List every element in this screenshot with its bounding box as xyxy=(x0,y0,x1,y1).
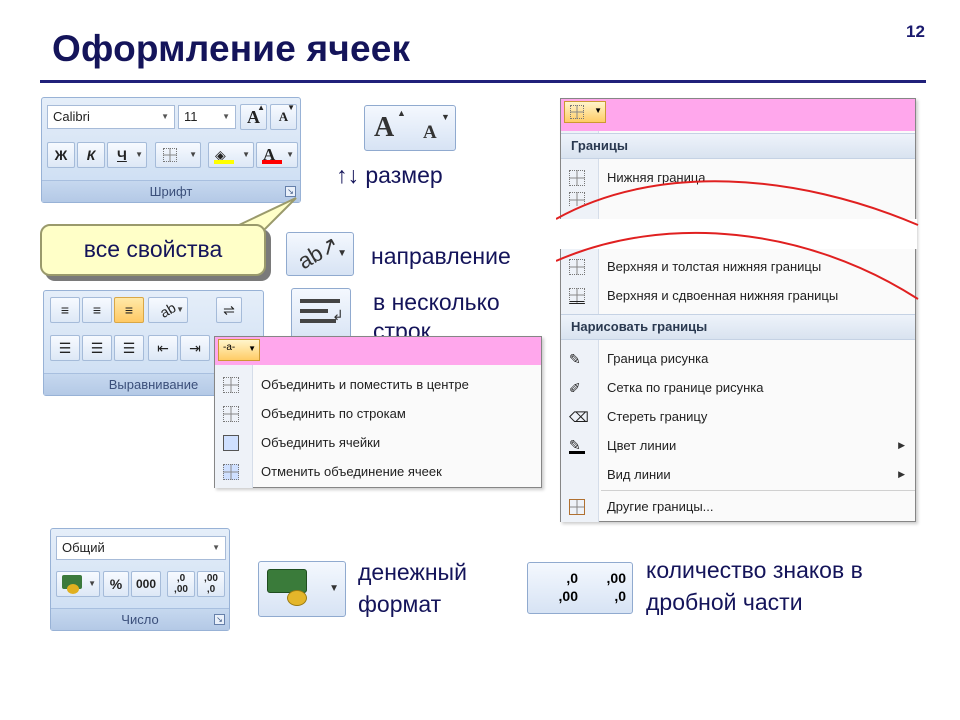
align-right-button[interactable]: ☰ xyxy=(114,335,144,361)
line-color-item[interactable]: ✎ Цвет линии ▶ xyxy=(561,431,915,460)
align-center-button[interactable]: ☰ xyxy=(82,335,112,361)
percent-button[interactable]: % xyxy=(103,571,129,597)
align-bottom-button[interactable]: ≡ xyxy=(114,297,144,323)
align-middle-button[interactable]: ≡ xyxy=(82,297,112,323)
number-group-caption: Число xyxy=(51,608,229,630)
borders-button[interactable]: ▼ xyxy=(155,142,201,168)
callout-text: все свойства xyxy=(83,236,223,262)
merge-across-icon xyxy=(223,406,239,422)
submenu-arrow-icon: ▶ xyxy=(898,440,905,450)
pencil-icon: ✎ xyxy=(569,351,581,367)
unmerge-cells-icon xyxy=(223,464,239,480)
borders-dropdown-button[interactable]: ▼ xyxy=(564,101,606,123)
currency-button[interactable]: ▼ xyxy=(56,571,100,597)
increase-decimal-button[interactable]: ,0,00 xyxy=(167,571,195,597)
border-grid-icon xyxy=(163,148,177,162)
merge-menu-bar: -a- ▼ xyxy=(215,337,541,365)
number-group: Общий ▼ ▼ % 000 ,0,00 ,00,0 Число ↘ xyxy=(50,528,230,631)
more-borders-icon xyxy=(569,499,585,515)
merge-cells-icon xyxy=(223,435,239,451)
draw-border-grid-item[interactable]: ✐ Сетка по границе рисунка xyxy=(561,373,915,402)
submenu-arrow-icon: ▶ xyxy=(898,469,905,479)
align-left-button[interactable]: ☰ xyxy=(50,335,80,361)
font-name-combo[interactable]: Calibri ▼ xyxy=(47,105,175,129)
fill-color-button[interactable]: ◈ ▼ xyxy=(208,142,254,168)
font-size-buttons-icon[interactable]: A ▲ A ▼ xyxy=(364,105,456,151)
title-rule xyxy=(40,80,926,83)
draw-border-item[interactable]: ✎ Граница рисунка xyxy=(561,344,915,373)
menu-divider xyxy=(601,490,915,491)
currency-label: денежный формат xyxy=(358,559,467,617)
merge-cells-item[interactable]: Объединить ячейки xyxy=(215,428,541,457)
decimal-places-label: количество знаков в дробной части xyxy=(646,557,863,615)
page-title: Оформление ячеек xyxy=(52,28,411,69)
pencil-grid-icon: ✐ xyxy=(569,380,581,396)
draw-borders-section-header: Нарисовать границы xyxy=(561,314,915,340)
orientation-button[interactable]: ab ▼ xyxy=(148,297,188,323)
erase-border-item[interactable]: ⌫ Стереть границу xyxy=(561,402,915,431)
increase-indent-button[interactable]: ⇥ xyxy=(180,335,210,361)
number-format-combo[interactable]: Общий ▼ xyxy=(56,536,226,560)
eraser-icon: ⌫ xyxy=(569,409,589,425)
increase-decimal-icon: ,0,00 xyxy=(558,570,578,604)
menu-cut-lines xyxy=(556,180,919,300)
italic-button[interactable]: К xyxy=(77,142,105,168)
font-size-combo[interactable]: 11 ▼ xyxy=(178,105,236,129)
decrease-decimal-button[interactable]: ,00,0 xyxy=(197,571,225,597)
number-dialog-launcher-icon[interactable]: ↘ xyxy=(214,614,225,625)
underline-button[interactable]: Ч ▼ xyxy=(107,142,147,168)
decrease-indent-button[interactable]: ⇤ xyxy=(148,335,178,361)
currency-format-icon[interactable]: ▼ xyxy=(258,561,346,617)
slide-number: 12 xyxy=(906,22,925,41)
more-borders-item[interactable]: Другие границы... xyxy=(561,492,915,521)
unmerge-cells-item[interactable]: Отменить объединение ячеек xyxy=(215,457,541,486)
merge-center-icon xyxy=(223,377,239,393)
align-top-button[interactable]: ≡ xyxy=(50,297,80,323)
decrease-decimal-icon: ,00,0 xyxy=(606,570,626,604)
wrap-text-button[interactable]: ⇌ xyxy=(216,297,242,323)
merge-across-item[interactable]: Объединить по строкам xyxy=(215,399,541,428)
merge-menu: -a- ▼ Объединить и поместить в центре Объ… xyxy=(214,336,542,488)
merge-center-button[interactable]: -a- ▼ xyxy=(218,339,260,361)
font-color-bar xyxy=(262,160,282,164)
grow-font-button[interactable]: A ▲ xyxy=(240,103,267,130)
size-label: ↑↓ размер xyxy=(336,162,443,188)
thousands-button[interactable]: 000 xyxy=(131,571,161,597)
orientation-icon[interactable]: ab↗ ▼ xyxy=(286,231,354,276)
direction-label: направление xyxy=(371,243,511,269)
font-group: Calibri ▼ 11 ▼ A ▲ A ▼ Ж К Ч ▼ ▼ ◈ ▼ A ▼ Шриф… xyxy=(41,97,301,203)
fill-color-bar xyxy=(214,160,234,164)
shrink-font-button[interactable]: A ▼ xyxy=(270,103,297,130)
decimal-places-icon[interactable]: ,0,00 ,00,0 xyxy=(527,562,633,614)
merge-center-item[interactable]: Объединить и поместить в центре xyxy=(215,370,541,399)
borders-menu-bar: ▼ xyxy=(561,99,915,131)
border-grid-icon xyxy=(570,105,584,119)
bold-button[interactable]: Ж xyxy=(47,142,75,168)
font-color-button[interactable]: A ▼ xyxy=(256,142,298,168)
all-properties-callout: все свойства xyxy=(40,224,266,276)
line-style-item[interactable]: Вид линии ▶ xyxy=(561,460,915,489)
line-color-pen-icon: ✎ xyxy=(569,438,585,454)
